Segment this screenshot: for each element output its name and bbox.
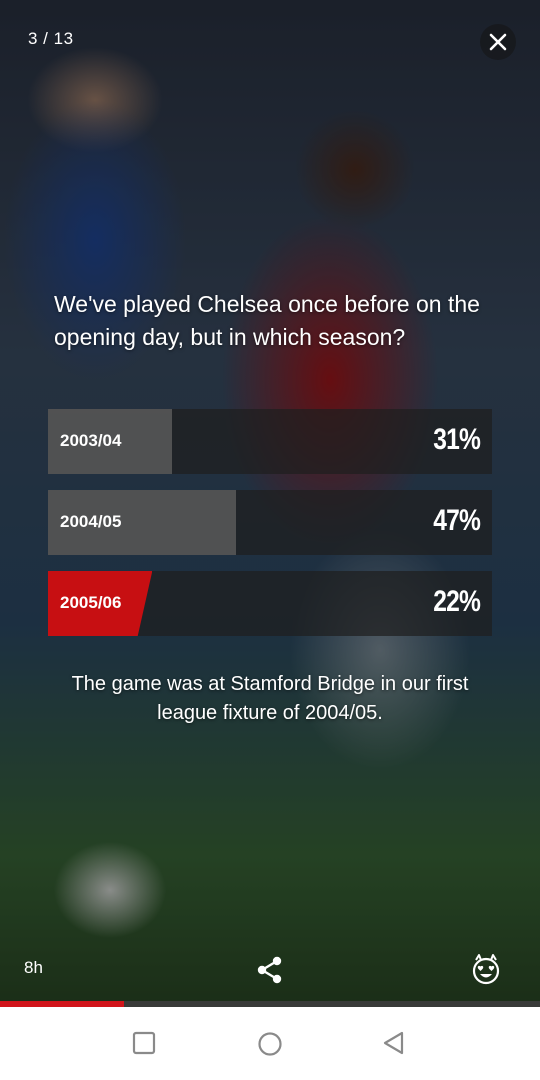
poll-option[interactable]: 2005/06 22%: [48, 571, 492, 636]
heart-eyes-devil-icon: [472, 954, 500, 985]
recents-button[interactable]: [132, 1031, 156, 1060]
reaction-button[interactable]: [470, 953, 502, 985]
poll-option-label: 2005/06: [60, 593, 122, 612]
square-icon: [132, 1031, 156, 1055]
poll-option-percent: 31%: [433, 423, 481, 456]
android-navigation-bar: [0, 1007, 540, 1080]
poll-option-percent: 47%: [433, 504, 481, 537]
close-button[interactable]: [480, 24, 516, 60]
poll-options: 2003/04 31% 2004/05 47% 2005/06 22%: [48, 409, 492, 652]
posted-time: 8h: [24, 958, 43, 977]
poll-option-label: 2004/05: [60, 512, 122, 531]
home-button[interactable]: [257, 1031, 283, 1062]
close-icon: [489, 33, 507, 51]
poll-answer-text: The game was at Stamford Bridge in our f…: [71, 673, 469, 724]
share-icon: [257, 956, 282, 984]
story-counter: 3 / 13: [28, 29, 74, 48]
poll-question: We've played Chelsea once before on the …: [54, 291, 480, 350]
triangle-back-icon: [383, 1031, 404, 1055]
poll-option[interactable]: 2004/05 47%: [48, 490, 492, 555]
circle-icon: [258, 1032, 282, 1056]
poll-option-label: 2003/04: [60, 431, 122, 450]
poll-option-percent: 22%: [433, 585, 481, 618]
back-button[interactable]: [382, 1031, 406, 1060]
share-button[interactable]: [256, 955, 284, 985]
poll-option[interactable]: 2003/04 31%: [48, 409, 492, 474]
